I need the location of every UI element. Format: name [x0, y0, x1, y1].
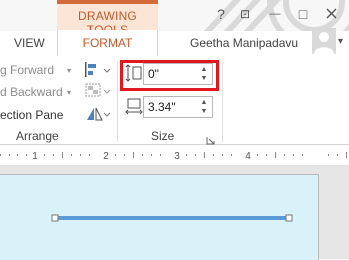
close-button[interactable] [322, 5, 340, 23]
send-backward-dropdown[interactable]: ▾ [67, 88, 71, 97]
shape-width-decrease[interactable]: ▼ [199, 107, 209, 116]
selection-pane-button[interactable]: ection Pane [0, 108, 63, 122]
resize-handle[interactable] [51, 214, 59, 222]
size-dialog-launcher[interactable] [206, 132, 215, 145]
account-dropdown[interactable]: ▾ [338, 36, 343, 47]
shape-width-icon [125, 98, 143, 115]
shape-width-increase[interactable]: ▲ [199, 98, 209, 107]
size-group-label: Size [151, 129, 175, 143]
close-icon [326, 8, 336, 19]
dialog-launcher-icon [206, 137, 215, 145]
minimize-button[interactable]: — [266, 5, 284, 23]
avatar[interactable] [312, 28, 336, 54]
horizontal-ruler: 1 2 3 4 [0, 145, 349, 166]
group-objects-button[interactable] [84, 82, 112, 100]
group-divider [222, 62, 223, 142]
highlight-box [120, 60, 219, 91]
resize-handle[interactable] [285, 214, 293, 222]
title-bar: DRAWING TOOLS ? ⊡ — □ [0, 0, 349, 31]
help-button[interactable]: ? [212, 5, 230, 23]
tab-format[interactable]: FORMAT [57, 30, 158, 57]
ribbon-tab-row: VIEW FORMAT Geetha Manipadavu [0, 30, 349, 57]
rotate-icon [87, 107, 111, 121]
group-icon [85, 83, 111, 97]
ribbon-display-options-button[interactable]: ⊡ [236, 5, 254, 23]
line-shape[interactable] [0, 166, 349, 259]
align-button[interactable] [84, 61, 112, 79]
ruler-label: 4 [245, 151, 251, 162]
drawing-tools-contextual-tab: DRAWING TOOLS [57, 0, 158, 31]
account-name[interactable]: Geetha Manipadavu [190, 36, 298, 50]
user-silhouette-icon [314, 32, 334, 54]
tab-view[interactable]: VIEW [14, 36, 45, 50]
ruler-label: 1 [32, 151, 38, 162]
arrange-group-label: Arrange [16, 129, 59, 143]
rotate-button[interactable] [84, 105, 112, 123]
align-icon [85, 62, 111, 77]
send-backward-button[interactable]: d Backward [0, 85, 63, 99]
group-divider [117, 62, 118, 142]
slide-editing-area [0, 166, 349, 260]
ruler-label: 3 [174, 151, 180, 162]
shape-width-label [124, 97, 144, 115]
maximize-button[interactable]: □ [294, 5, 312, 23]
drawing-tools-label: DRAWING TOOLS [78, 9, 137, 31]
ruler-label: 2 [103, 151, 109, 162]
ruler-ticks: 1 2 3 4 [0, 151, 347, 162]
bring-forward-dropdown[interactable]: ▾ [67, 66, 71, 75]
shape-width-spinner[interactable]: 3.34" ▲ ▼ [143, 96, 213, 118]
shape-width-input[interactable]: 3.34" [148, 100, 176, 114]
bring-forward-button[interactable]: g Forward [0, 63, 54, 77]
tab-format-label: FORMAT [82, 36, 133, 50]
